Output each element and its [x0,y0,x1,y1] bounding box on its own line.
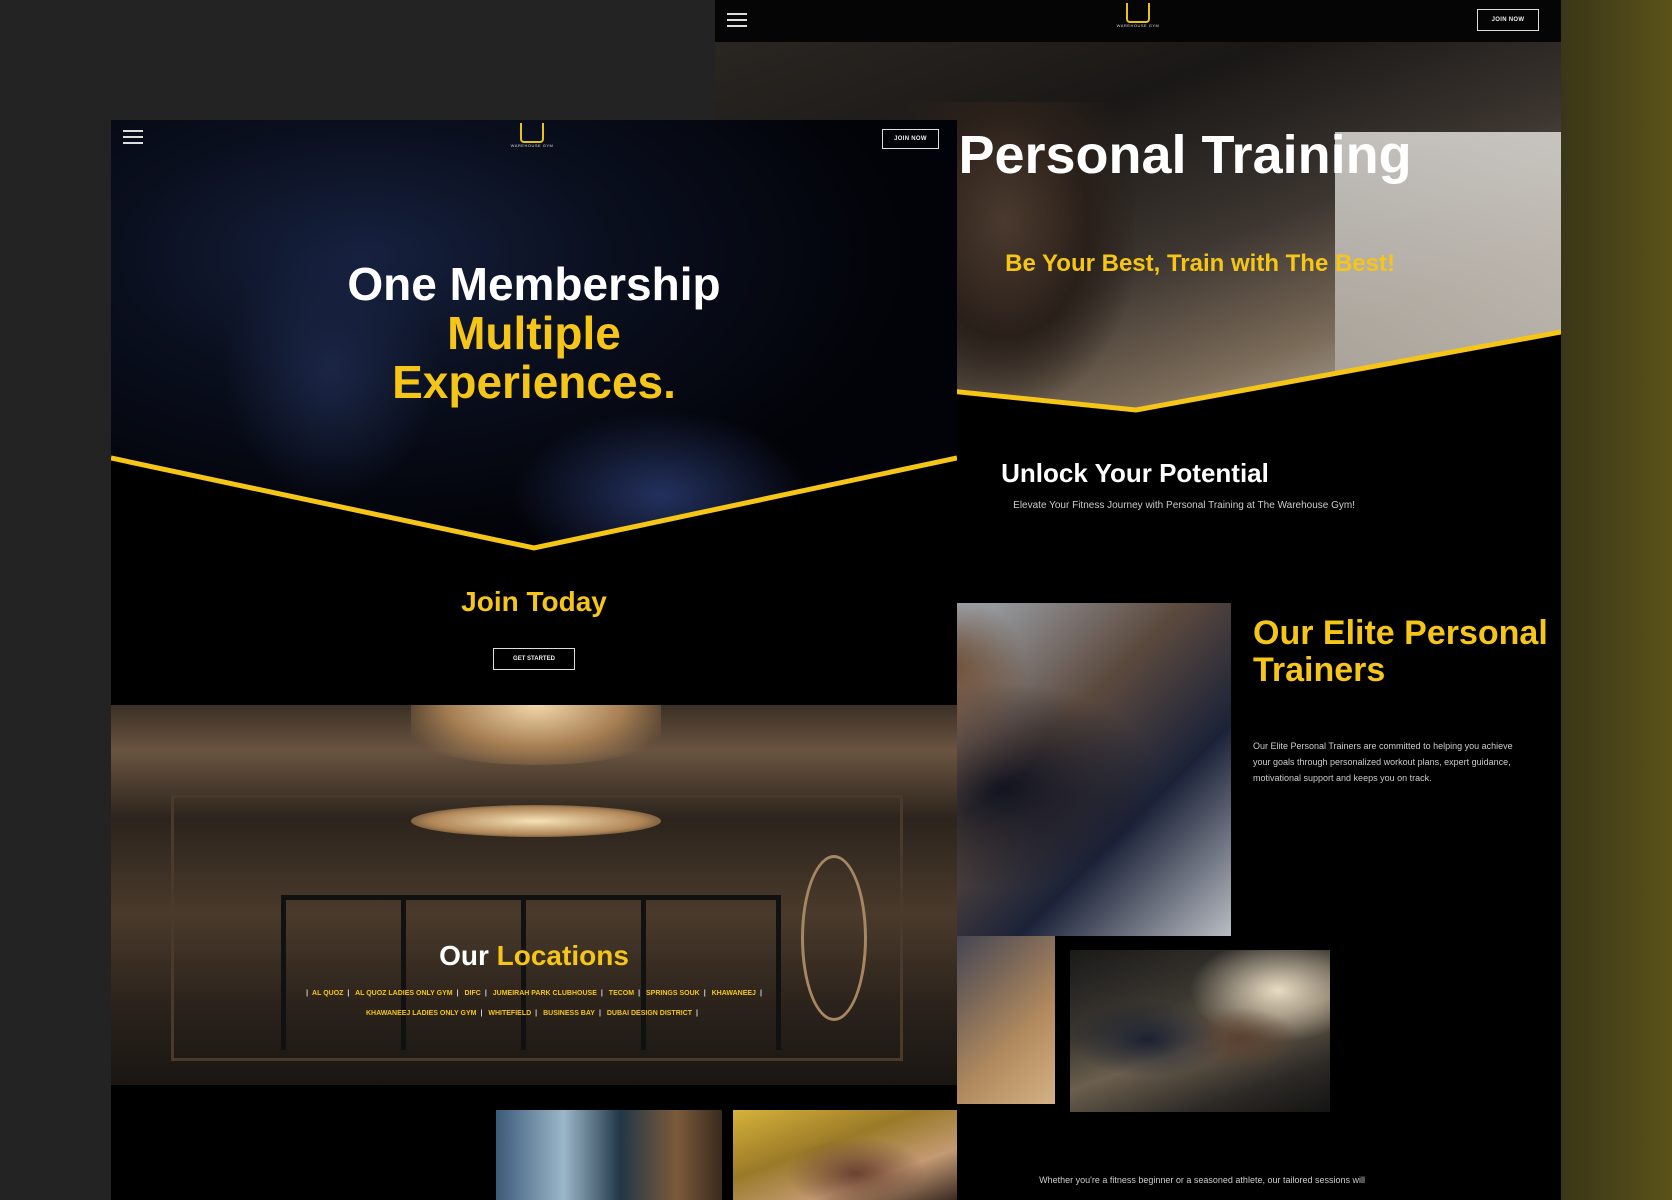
location-link[interactable]: KHAWANEEJ LADIES ONLY GYM [366,1010,476,1017]
elite-trainers-title: Our Elite Personal Trainers [1253,614,1548,689]
separator: | [347,990,350,997]
elite-trainers-description: Our Elite Personal Trainers are committe… [1253,741,1513,783]
location-link[interactable]: SPRINGS SOUK [646,990,700,997]
location-link[interactable]: AL QUOZ LADIES ONLY GYM [355,990,453,997]
background-right [1561,0,1672,1200]
join-now-button[interactable]: JOIN NOW [882,129,939,149]
logo-mark-icon [1126,3,1150,23]
join-now-button[interactable]: JOIN NOW [1477,9,1539,31]
hero-heading: One Membership Multiple Experiences. [347,258,721,408]
separator: | [759,990,762,997]
join-today-heading: Join Today [461,586,607,617]
location-link[interactable]: TECOM [609,990,634,997]
locations-list: | AL QUOZ | AL QUOZ LADIES ONLY GYM | DIFC |… [301,984,767,1024]
logo-mark-icon [520,123,544,143]
top-navbar: WAREHOUSE GYM JOIN NOW [715,0,1561,42]
locations-title: Our Locations [439,940,629,971]
training-session-photo [1070,950,1330,1112]
hamburger-menu-icon[interactable] [123,130,143,144]
location-link[interactable]: AL QUOZ [312,990,343,997]
location-link[interactable]: DIFC [465,990,481,997]
separator: | [306,990,309,997]
location-link[interactable]: DUBAI DESIGN DISTRICT [607,1010,692,1017]
location-link[interactable]: WHITEFIELD [488,1010,531,1017]
separator: | [600,990,603,997]
logo[interactable]: WAREHOUSE GYM [509,123,555,149]
get-started-button[interactable]: GET STARTED [493,648,575,670]
separator: | [638,990,641,997]
separator: | [703,990,706,997]
membership-page: WAREHOUSE GYM JOIN NOW One Membership Mu… [111,120,957,1200]
separator: | [535,1010,538,1017]
location-link[interactable]: BUSINESS BAY [543,1010,595,1017]
location-link[interactable]: KHAWANEEJ [712,990,756,997]
separator: | [456,990,459,997]
logo[interactable]: WAREHOUSE GYM [1115,3,1161,29]
separator: | [696,1010,699,1017]
locations-banner-image [111,705,957,1085]
class-thumbnail [733,1110,957,1200]
separator: | [480,1010,483,1017]
gym-thumbnail [496,1110,722,1200]
separator: | [598,1010,601,1017]
hero-title: Personal Training [958,125,1412,185]
location-link[interactable]: JUMEIRAH PARK CLUBHOUSE [493,990,597,997]
separator: | [484,990,487,997]
hamburger-menu-icon[interactable] [727,13,747,27]
